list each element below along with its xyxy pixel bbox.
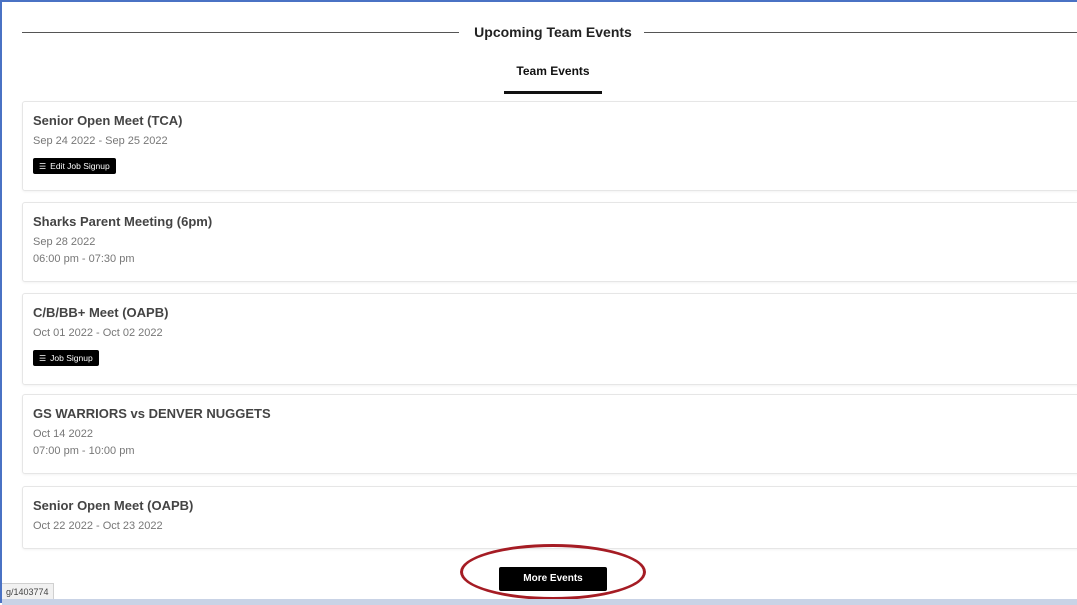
- taskbar-strip: [2, 599, 1077, 605]
- event-title: Senior Open Meet (TCA): [33, 113, 183, 128]
- event-date: Oct 14 2022: [33, 428, 93, 440]
- event-title: Senior Open Meet (OAPB): [33, 498, 194, 513]
- sliders-icon: ☰: [39, 353, 47, 363]
- edit-job-signup-button[interactable]: ☰ Edit Job Signup: [33, 158, 116, 174]
- event-title: Sharks Parent Meeting (6pm): [33, 214, 213, 229]
- more-events-button[interactable]: More Events: [499, 567, 607, 591]
- tab-team-events[interactable]: Team Events: [504, 64, 602, 78]
- header-divider-left: [22, 32, 459, 33]
- header-divider-right: [644, 32, 1077, 33]
- event-card[interactable]: Sharks Parent Meeting (6pm) Sep 28 2022 …: [22, 202, 1077, 282]
- event-card[interactable]: C/B/BB+ Meet (OAPB) Oct 01 2022 - Oct 02…: [22, 293, 1077, 385]
- event-title: GS WARRIORS vs DENVER NUGGETS: [33, 406, 271, 421]
- event-card[interactable]: GS WARRIORS vs DENVER NUGGETS Oct 14 202…: [22, 394, 1077, 474]
- event-date: Sep 28 2022: [33, 236, 96, 248]
- event-time: 07:00 pm - 10:00 pm: [33, 445, 135, 457]
- job-signup-button[interactable]: ☰ Job Signup: [33, 350, 99, 366]
- event-date: Oct 22 2022 - Oct 23 2022: [33, 520, 163, 532]
- button-label: Edit Job Signup: [50, 161, 110, 171]
- event-title: C/B/BB+ Meet (OAPB): [33, 305, 169, 320]
- event-date: Oct 01 2022 - Oct 02 2022: [33, 327, 163, 339]
- section-header: Upcoming Team Events: [22, 22, 1077, 44]
- event-card[interactable]: Senior Open Meet (TCA) Sep 24 2022 - Sep…: [22, 101, 1077, 191]
- active-tab-indicator: [504, 91, 602, 94]
- event-card[interactable]: Senior Open Meet (OAPB) Oct 22 2022 - Oc…: [22, 486, 1077, 549]
- event-date: Sep 24 2022 - Sep 25 2022: [33, 135, 168, 147]
- sliders-icon: ☰: [39, 161, 47, 171]
- event-time: 06:00 pm - 07:30 pm: [33, 253, 135, 265]
- page-frame: Upcoming Team Events Team Events Senior …: [0, 0, 1077, 605]
- button-label: Job Signup: [50, 353, 93, 363]
- page-title: Upcoming Team Events: [474, 24, 632, 40]
